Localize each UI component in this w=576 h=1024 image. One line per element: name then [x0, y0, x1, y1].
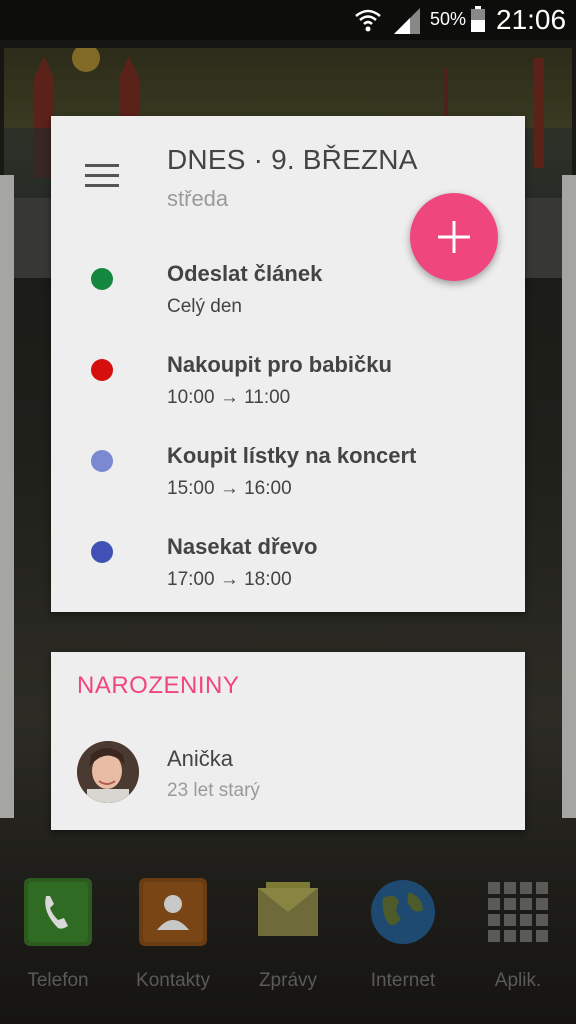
event-title: Nakoupit pro babičku — [167, 352, 392, 377]
dock-item-zpravy[interactable]: Zprávy — [243, 878, 333, 992]
dock-item-kontakty[interactable]: Kontakty — [128, 878, 218, 992]
event-color-dot — [91, 359, 113, 381]
battery-icon — [471, 6, 485, 32]
dock-item-internet[interactable]: Internet — [358, 878, 448, 992]
dock-item-telefon[interactable]: Telefon — [13, 878, 103, 992]
birthday-widget: NAROZENINY Anička 23 let starý — [51, 652, 525, 830]
birthday-person-name: Anička — [167, 746, 234, 771]
cell-signal-icon — [394, 8, 420, 34]
dock-label: Aplik. — [494, 970, 542, 991]
messages-icon — [254, 878, 322, 946]
battery-percent: 50% — [430, 9, 467, 29]
event-title: Odeslat článek — [167, 261, 323, 286]
plus-icon — [438, 221, 470, 253]
event-title: Koupit lístky na koncert — [167, 443, 417, 468]
agenda-widget: DNES · 9. BŘEZNA středa Odeslat článek C… — [51, 116, 525, 612]
avatar[interactable] — [77, 741, 139, 803]
wifi-icon — [355, 9, 381, 32]
birthdays-header: NAROZENINY — [77, 672, 240, 699]
event-color-dot — [91, 450, 113, 472]
dock-label: Zprávy — [258, 970, 318, 991]
event-color-dot — [91, 268, 113, 290]
globe-icon — [369, 878, 437, 946]
event-time: 10:00 → 11:00 — [167, 387, 291, 408]
avatar-photo — [77, 741, 139, 803]
event-color-dot — [91, 541, 113, 563]
event-item[interactable]: Odeslat článek Celý den — [51, 253, 525, 333]
dock-label: Internet — [370, 970, 436, 991]
event-time: 17:00 → 18:00 — [167, 569, 292, 590]
birthday-person-age: 23 let starý — [167, 780, 260, 801]
menu-icon[interactable] — [85, 164, 119, 188]
event-time: Celý den — [167, 296, 242, 317]
date-title: DNES · 9. BŘEZNA — [167, 144, 418, 175]
apps-grid-icon — [484, 878, 552, 946]
event-item[interactable]: Nakoupit pro babičku 10:00 → 11:00 — [51, 344, 525, 424]
phone-icon — [24, 878, 92, 946]
event-item[interactable]: Nasekat dřevo 17:00 → 18:00 — [51, 526, 525, 606]
status-clock: 21:06 — [496, 4, 567, 35]
dock-label: Telefon — [27, 970, 89, 991]
weekday-label: středa — [167, 186, 229, 211]
event-title: Nasekat dřevo — [167, 534, 318, 559]
contacts-icon — [139, 878, 207, 946]
dock-label: Kontakty — [136, 970, 210, 991]
status-bar: 50% 21:06 — [0, 0, 576, 40]
event-item[interactable]: Koupit lístky na koncert 15:00 → 16:00 — [51, 435, 525, 515]
dock-item-aplikace[interactable]: Aplik. — [473, 878, 563, 992]
event-time: 15:00 → 16:00 — [167, 478, 292, 499]
